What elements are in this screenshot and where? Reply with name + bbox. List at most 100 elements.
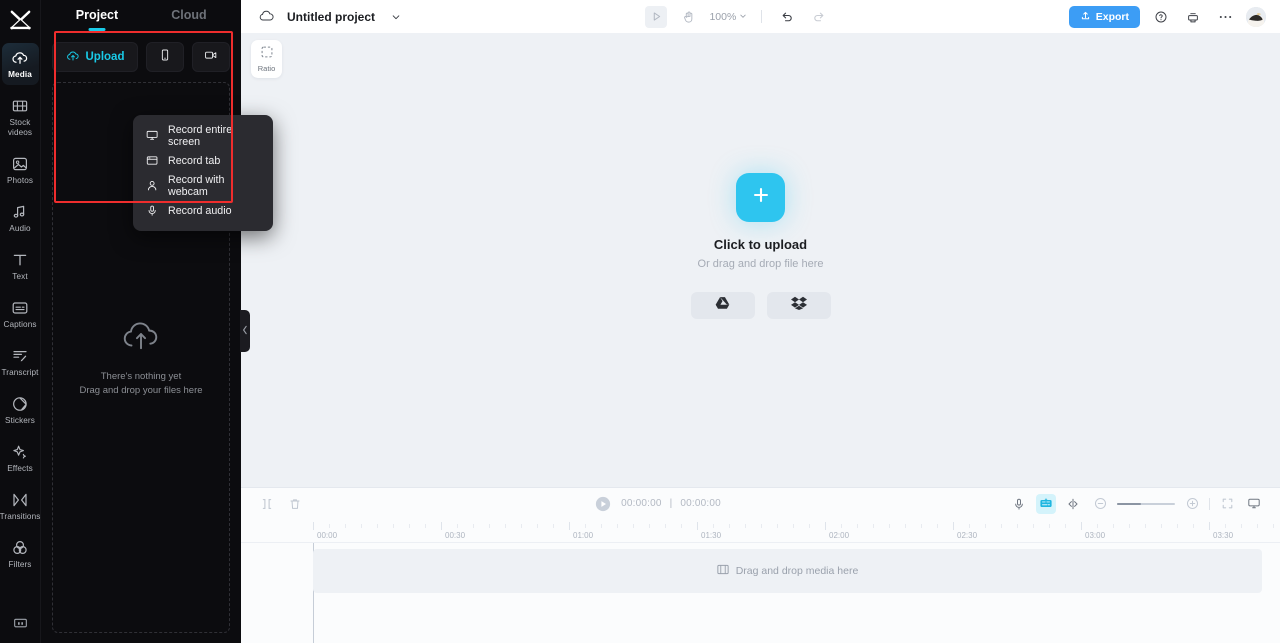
sidebar-item-stock-videos[interactable]: Stock videos bbox=[2, 91, 39, 143]
question-circle-icon[interactable] bbox=[1150, 6, 1172, 28]
sidebar-item-stickers[interactable]: Stickers bbox=[2, 389, 39, 431]
film-strip-icon bbox=[717, 564, 729, 578]
ruler-tick-line bbox=[1161, 524, 1162, 528]
ruler-tick-line bbox=[505, 524, 506, 528]
redo-arrow-icon[interactable] bbox=[808, 6, 830, 28]
sidebar-item-label: Transcript bbox=[1, 368, 39, 377]
ruler-tick-label: 00:00 bbox=[317, 531, 338, 540]
menu-item-record-with-webcam[interactable]: Record with webcam bbox=[133, 173, 273, 198]
ruler-tick-line bbox=[921, 524, 922, 528]
timeline-drop-hint: Drag and drop media here bbox=[735, 565, 859, 577]
chevron-down-icon[interactable] bbox=[385, 6, 407, 28]
microphone-icon[interactable] bbox=[1009, 494, 1029, 514]
panel-collapse-handle[interactable] bbox=[240, 310, 250, 352]
ruler-tick-line bbox=[633, 524, 634, 528]
monitor-icon bbox=[146, 129, 159, 142]
sidebar-item-label: Photos bbox=[6, 176, 34, 185]
sidebar-item-label: Transitions bbox=[0, 512, 41, 521]
ruler-tick-label: 02:00 bbox=[829, 531, 850, 540]
upload-button-label: Upload bbox=[85, 51, 125, 63]
play-triangle-icon[interactable] bbox=[645, 5, 668, 28]
dropzone-line-1: There's nothing yet bbox=[100, 370, 182, 382]
add-media-button[interactable] bbox=[736, 173, 785, 223]
ruler-tick-line bbox=[1033, 524, 1034, 528]
upload-dropzone-main[interactable]: Click to upload Or drag and drop file he… bbox=[690, 173, 831, 320]
ruler-tick-line bbox=[361, 524, 362, 528]
ruler-tick-line bbox=[409, 524, 410, 528]
ruler-tick-line bbox=[1017, 524, 1018, 528]
menu-item-record-tab[interactable]: Record tab bbox=[133, 148, 273, 173]
tab-cloud[interactable]: Cloud bbox=[143, 8, 235, 24]
sidebar-item-transcript[interactable]: Transcript bbox=[1, 341, 39, 383]
sidebar-item-transitions[interactable]: Transitions bbox=[0, 485, 41, 527]
upload-title: Click to upload bbox=[713, 237, 808, 253]
ruler-tick-line bbox=[1097, 524, 1098, 528]
cloud-import-row bbox=[690, 292, 831, 320]
monitor-preview-icon[interactable] bbox=[1244, 494, 1264, 514]
play-circle-icon[interactable] bbox=[593, 494, 613, 514]
sidebar-item-label: Stock videos bbox=[7, 118, 33, 137]
timeline-divider bbox=[1209, 497, 1210, 510]
mobile-phone-icon bbox=[158, 48, 172, 67]
zoom-plus-icon[interactable] bbox=[1182, 494, 1202, 514]
menu-item-record-entire-screen[interactable]: Record entire screen bbox=[133, 123, 273, 148]
printer-icon[interactable] bbox=[1182, 6, 1204, 28]
ruler-tick-line bbox=[953, 522, 954, 530]
rail-item-list: Media Stock videos Photos Audio Text Captions… bbox=[0, 43, 40, 581]
ruler-tick-line bbox=[649, 524, 650, 528]
timeline-drop-area[interactable]: Drag and drop media here bbox=[313, 549, 1262, 593]
ellipsis-icon[interactable] bbox=[1214, 6, 1236, 28]
project-title[interactable]: Untitled project bbox=[287, 10, 375, 24]
fit-screen-icon[interactable] bbox=[1217, 494, 1237, 514]
ruler-tick-line bbox=[473, 524, 474, 528]
google-drive-button[interactable] bbox=[690, 292, 755, 320]
user-avatar[interactable] bbox=[1246, 6, 1267, 27]
undo-arrow-icon[interactable] bbox=[776, 6, 798, 28]
sidebar-item-filters[interactable]: Filters bbox=[2, 533, 39, 575]
filters-rings-icon bbox=[11, 539, 29, 557]
sidebar-item-photos[interactable]: Photos bbox=[2, 149, 39, 191]
menu-item-label: Record tab bbox=[168, 154, 221, 167]
presentation-icon[interactable] bbox=[0, 616, 40, 631]
ruler-tick-line bbox=[857, 524, 858, 528]
sidebar-item-label: Filters bbox=[8, 560, 32, 569]
cloud-icon[interactable] bbox=[255, 6, 277, 28]
export-button[interactable]: Export bbox=[1068, 5, 1141, 28]
split-clip-icon[interactable] bbox=[257, 494, 277, 514]
app-logo-icon[interactable] bbox=[5, 7, 35, 33]
cloud-upload-large-icon bbox=[120, 317, 162, 360]
timeline-zoom-slider[interactable] bbox=[1117, 502, 1175, 505]
ruler-tick-line bbox=[1113, 524, 1114, 528]
google-drive-icon bbox=[715, 296, 730, 315]
ruler-tick-line bbox=[1257, 524, 1258, 528]
ruler-tick-line bbox=[777, 524, 778, 528]
trash-icon[interactable] bbox=[285, 494, 305, 514]
ruler-tick-line bbox=[425, 524, 426, 528]
tab-project[interactable]: Project bbox=[51, 8, 143, 24]
sidebar-item-text[interactable]: Text bbox=[2, 245, 39, 287]
split-view-icon[interactable] bbox=[1063, 494, 1083, 514]
zoom-level-control[interactable]: 100% bbox=[709, 11, 747, 23]
ruler-tick-line bbox=[809, 524, 810, 528]
ruler-tick-line bbox=[969, 524, 970, 528]
ruler-tick-line bbox=[377, 524, 378, 528]
sidebar-item-media[interactable]: Media bbox=[1, 43, 39, 85]
sidebar-item-audio[interactable]: Audio bbox=[2, 197, 39, 239]
mobile-upload-button[interactable] bbox=[146, 42, 184, 72]
sidebar-item-captions[interactable]: Captions bbox=[2, 293, 39, 335]
record-button[interactable] bbox=[192, 42, 230, 72]
auto-captions-icon[interactable] bbox=[1036, 493, 1056, 514]
menu-item-record-audio[interactable]: Record audio bbox=[133, 198, 273, 223]
ruler-tick-line bbox=[905, 524, 906, 528]
ruler-tick-line bbox=[569, 522, 570, 530]
ruler-tick-line bbox=[1049, 524, 1050, 528]
cloud-upload-icon bbox=[66, 49, 80, 66]
timeline-ruler[interactable]: 00:00 00:30 01:00 01:30 02:00 02:30 03:00 03:30 bbox=[241, 519, 1280, 543]
upload-button[interactable]: Upload bbox=[52, 42, 138, 72]
ratio-button[interactable]: Ratio bbox=[251, 40, 282, 78]
zoom-minus-icon[interactable] bbox=[1090, 494, 1110, 514]
sidebar-item-effects[interactable]: Effects bbox=[2, 437, 39, 479]
hand-cursor-icon[interactable] bbox=[677, 6, 699, 28]
dropzone-line-2: Drag and drop your files here bbox=[79, 385, 203, 396]
dropbox-button[interactable] bbox=[766, 292, 831, 320]
